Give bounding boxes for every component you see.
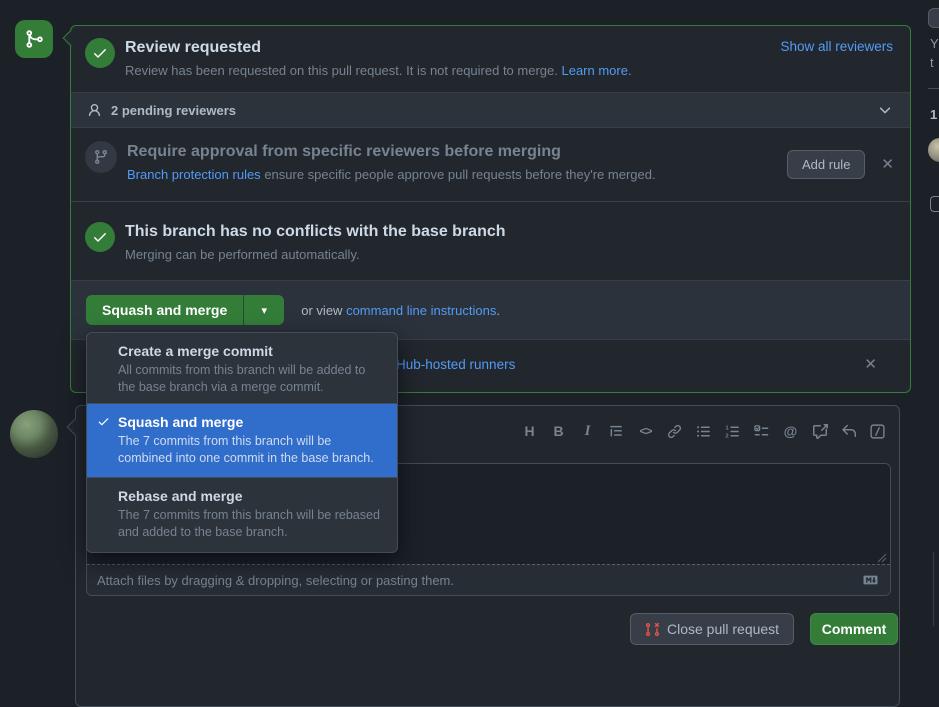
section-no-conflicts: This branch has no conflicts with the ba…	[71, 202, 910, 280]
user-avatar[interactable]	[10, 410, 58, 458]
git-branch-icon	[85, 141, 117, 173]
sidebar-text-fragment: t	[930, 55, 934, 70]
heading-icon[interactable]: H	[520, 420, 539, 442]
review-requested-desc: Review has been requested on this pull r…	[125, 62, 632, 80]
menu-item-create-merge-commit[interactable]: Create a merge commit All commits from t…	[87, 333, 397, 404]
svg-text:1: 1	[725, 425, 728, 431]
sidebar-border-line	[933, 552, 934, 626]
cross-reference-icon[interactable]	[810, 420, 829, 442]
slash-commands-icon[interactable]	[868, 420, 887, 442]
protection-title: Require approval from specific reviewers…	[127, 142, 656, 162]
italic-icon[interactable]: I	[578, 420, 597, 442]
dismiss-protection-icon[interactable]: ✕	[881, 157, 894, 172]
unordered-list-icon[interactable]	[694, 420, 713, 442]
quote-icon[interactable]	[607, 420, 626, 442]
link-icon[interactable]	[665, 420, 684, 442]
review-requested-title: Review requested	[125, 38, 632, 58]
person-icon	[87, 103, 102, 118]
ordered-list-icon[interactable]: 12	[723, 420, 742, 442]
learn-more-link[interactable]: Learn more.	[561, 63, 631, 78]
sidebar-gear-button-fragment[interactable]	[928, 8, 939, 28]
task-list-icon[interactable]	[752, 420, 771, 442]
check-circle-icon	[85, 222, 115, 252]
merge-options-caret-button[interactable]: ▾	[243, 295, 284, 325]
chevron-down-icon[interactable]	[878, 103, 892, 117]
dismiss-runners-icon[interactable]: ✕	[864, 357, 877, 372]
saved-reply-icon[interactable]	[839, 420, 858, 442]
show-all-reviewers-link[interactable]: Show all reviewers	[780, 39, 893, 54]
no-conflicts-desc: Merging can be performed automatically.	[125, 246, 506, 264]
menu-item-squash-and-merge[interactable]: Squash and merge The 7 commits from this…	[87, 404, 397, 477]
resize-grip-icon[interactable]	[877, 553, 887, 563]
squash-and-merge-button[interactable]: Squash and merge	[86, 295, 243, 325]
sidebar-count-fragment: 1	[930, 107, 937, 122]
check-circle-icon	[85, 38, 115, 68]
hosted-runners-link[interactable]: Hub-hosted runners	[396, 357, 515, 372]
comment-button[interactable]: Comment	[810, 613, 898, 645]
cli-instructions-text: or view command line instructions.	[301, 303, 500, 318]
check-icon	[97, 415, 110, 428]
mention-icon[interactable]: @	[781, 420, 800, 442]
markdown-toolbar: H B I <> 12 @	[520, 420, 887, 442]
menu-item-rebase-and-merge[interactable]: Rebase and merge The 7 commits from this…	[87, 477, 397, 552]
attach-files-area[interactable]: Attach files by dragging & dropping, sel…	[87, 564, 890, 595]
markdown-icon	[861, 573, 880, 587]
branch-protection-rules-link[interactable]: Branch protection rules	[127, 167, 261, 182]
merge-method-dropdown: Create a merge commit All commits from t…	[86, 332, 398, 553]
add-rule-button[interactable]: Add rule	[787, 150, 865, 179]
pr-closed-icon	[645, 622, 660, 637]
no-conflicts-title: This branch has no conflicts with the ba…	[125, 222, 506, 242]
merge-action-bar: Squash and merge ▾ or view command line …	[71, 280, 910, 339]
protection-desc: Branch protection rules ensure specific …	[127, 166, 656, 184]
svg-text:2: 2	[725, 433, 728, 438]
bold-icon[interactable]: B	[549, 420, 568, 442]
section-branch-protection: Require approval from specific reviewers…	[71, 128, 910, 202]
attach-hint: Attach files by dragging & dropping, sel…	[97, 573, 861, 588]
reviewer-avatar-fragment[interactable]	[928, 138, 939, 162]
sidebar-text-fragment: Y	[930, 36, 939, 51]
timeline-merge-badge	[15, 20, 53, 58]
sidebar-icon-fragment	[930, 196, 939, 212]
section-review-requested: Review requested Review has been request…	[71, 26, 910, 92]
close-pull-request-button[interactable]: Close pull request	[630, 613, 794, 645]
git-merge-icon	[24, 29, 44, 49]
sidebar-divider	[928, 88, 939, 89]
pending-reviewers-row[interactable]: 2 pending reviewers	[71, 92, 910, 128]
command-line-instructions-link[interactable]: command line instructions	[346, 303, 496, 318]
pending-reviewers-label: 2 pending reviewers	[111, 103, 878, 118]
caret-down-icon: ▾	[262, 304, 268, 317]
code-icon[interactable]: <>	[636, 420, 655, 442]
squash-and-merge-button-group: Squash and merge ▾	[86, 295, 284, 325]
